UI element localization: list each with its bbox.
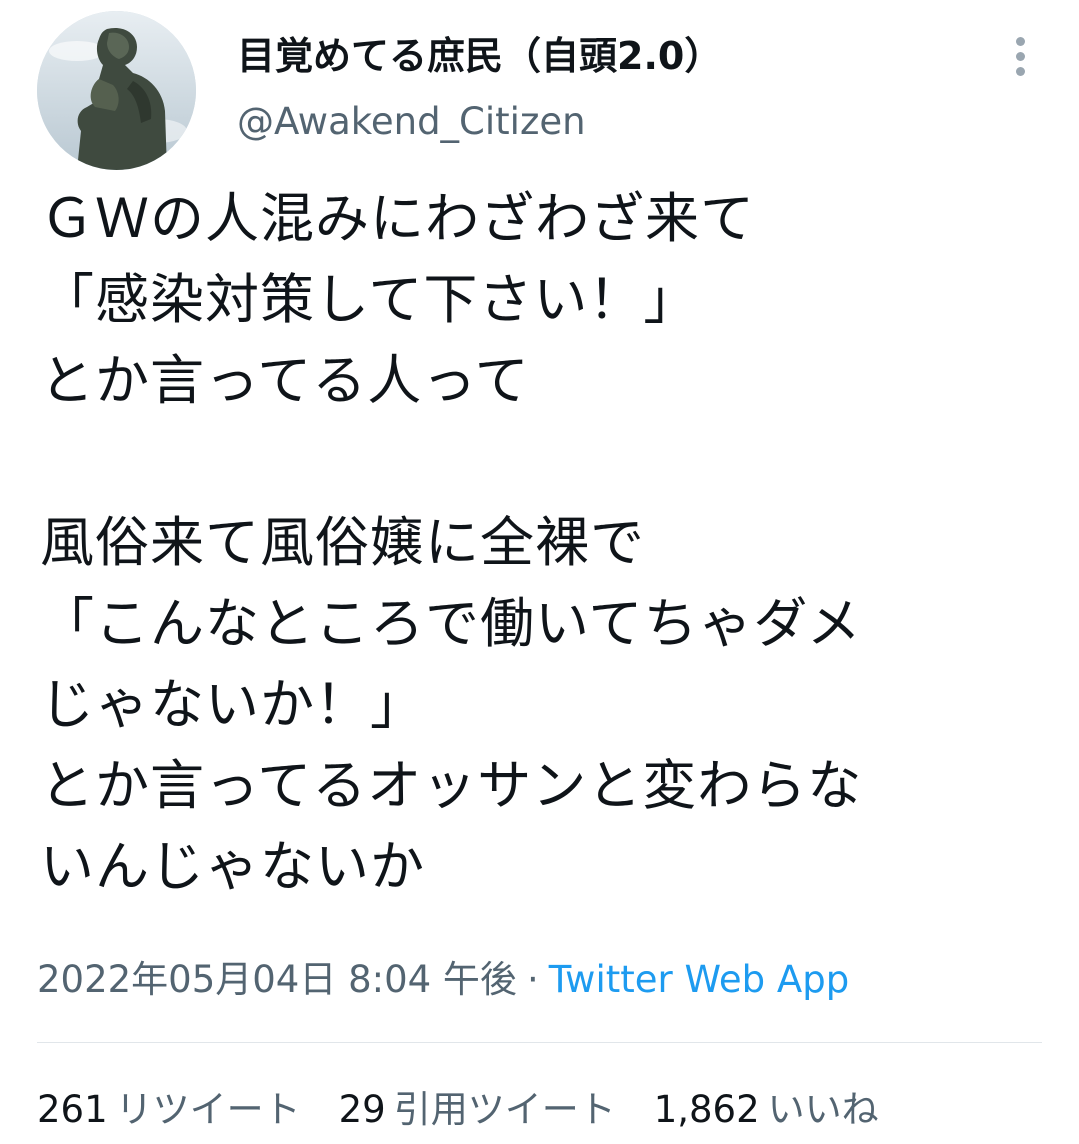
quotes-stat[interactable]: 29 引用ツイート <box>339 1080 616 1140</box>
more-dot <box>1015 66 1025 76</box>
quotes-label: 引用ツイート <box>393 1088 616 1131</box>
tweet-text: ＧＷの人混みにわざわざ来て 「感染対策して下さい！」 とか言ってる人って 風俗来… <box>40 178 1050 907</box>
tweet-source-link[interactable]: Twitter Web App <box>549 958 849 1001</box>
likes-label: いいね <box>767 1088 879 1131</box>
tweet-line: ＧＷの人混みにわざわざ来て <box>40 187 755 250</box>
author-avatar[interactable] <box>37 11 196 170</box>
likes-stat[interactable]: 1,862 いいね <box>654 1080 879 1140</box>
thinker-statue-avatar-icon <box>37 11 196 170</box>
more-dot <box>1015 51 1025 61</box>
divider <box>37 1042 1042 1043</box>
tweet-line: 「感染対策して下さい！」 <box>40 268 699 331</box>
tweet-line: とか言ってるオッサンと変わらな <box>40 754 863 817</box>
tweet-line: いんじゃないか <box>40 835 425 898</box>
likes-count: 1,862 <box>653 1088 760 1131</box>
tweet-timestamp[interactable]: 2022年05月04日 8:04 午後 <box>37 958 517 1001</box>
more-options-icon[interactable] <box>1000 30 1040 82</box>
tweet-line: 風俗来て風俗嬢に全裸で <box>40 511 645 574</box>
retweets-stat[interactable]: 261 リツイート <box>37 1080 301 1140</box>
more-dot <box>1015 36 1025 46</box>
tweet-header: 目覚めてる庶民（自頭2.0） @Awakend_Citizen <box>0 0 1079 180</box>
retweets-label: リツイート <box>115 1088 301 1131</box>
tweet-line: とか言ってる人って <box>40 349 530 412</box>
tweet-stats: 261 リツイート 29 引用ツイート 1,862 いいね <box>37 1080 917 1140</box>
tweet-line: 「こんなところで働いてちゃダメ <box>40 592 862 655</box>
tweet-line: じゃないか！」 <box>40 673 425 736</box>
retweets-count: 261 <box>37 1088 108 1131</box>
quotes-count: 29 <box>338 1088 386 1131</box>
author-handle[interactable]: @Awakend_Citizen <box>237 96 586 148</box>
tweet-meta: 2022年05月04日 8:04 午後 · Twitter Web App <box>37 950 849 1010</box>
author-display-name[interactable]: 目覚めてる庶民（自頭2.0） <box>237 28 722 84</box>
meta-separator: · <box>526 958 539 1001</box>
